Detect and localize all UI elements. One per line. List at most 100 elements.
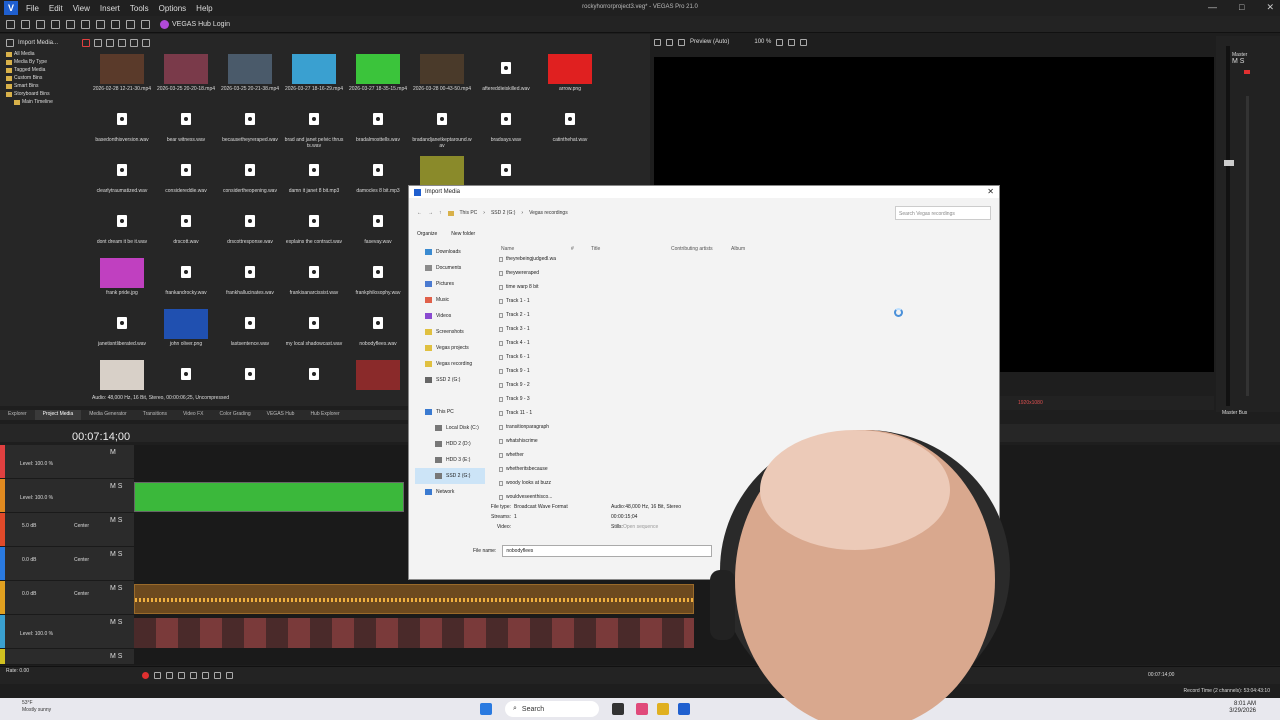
bin-item[interactable]: Smart Bins	[6, 82, 88, 90]
media-tile[interactable]: frankphilosophy.wav	[348, 258, 408, 296]
file-row[interactable]: Track 6 - 1	[497, 350, 597, 364]
mute-solo-buttons[interactable]: M S	[110, 483, 122, 490]
track-level[interactable]: Level: 100.0 %	[20, 461, 53, 467]
file-row[interactable]: whetheritsbecause	[497, 462, 597, 476]
properties-icon[interactable]	[94, 39, 103, 47]
bin-item[interactable]: Main Timeline	[6, 98, 88, 106]
address-bar[interactable]: ← → ↑ This PC › SSD 2 (G:) › Vegas recor…	[417, 206, 887, 220]
render-icon[interactable]	[51, 19, 60, 29]
preview-quality-dropdown[interactable]: Preview (Auto)	[690, 39, 729, 45]
master-mute-solo[interactable]: M S	[1232, 58, 1247, 65]
mute-solo-buttons[interactable]: M S	[110, 585, 122, 592]
media-tile[interactable]	[220, 360, 280, 392]
stop-icon[interactable]	[202, 672, 209, 679]
media-tile[interactable]: 2026-03-27 18-35-15.mp4	[348, 54, 408, 92]
nav-item[interactable]: Downloads	[415, 244, 485, 260]
tab-vegas-hub[interactable]: VEGAS Hub	[259, 410, 303, 420]
menu-item-view[interactable]: View	[73, 4, 90, 13]
tab-media-generator[interactable]: Media Generator	[81, 410, 135, 420]
path-segment-this-pc[interactable]: This PC	[460, 210, 478, 216]
video-clip-film[interactable]	[134, 618, 694, 648]
media-tile[interactable]: becausetheyreraped.wav	[220, 105, 280, 143]
help-icon[interactable]	[141, 19, 150, 29]
forward-icon[interactable]: →	[428, 210, 433, 216]
media-tile[interactable]	[156, 360, 216, 392]
nav-item[interactable]: SSD 2 (G:)	[415, 372, 485, 388]
media-tile[interactable]: explains the contract.wav	[284, 207, 344, 245]
media-tile[interactable]: considertheopening.wav	[220, 156, 280, 194]
go-to-end-icon[interactable]	[226, 672, 233, 679]
column-header[interactable]: Contributing artists	[671, 246, 731, 256]
copy-icon[interactable]	[96, 19, 105, 29]
media-tile[interactable]: 2026-03-27 18-16-29.mp4	[284, 54, 344, 92]
master-fader[interactable]	[1224, 160, 1234, 166]
media-tile[interactable]: 2026-03-25 20-21-38.mp4	[220, 54, 280, 92]
settings-icon[interactable]	[654, 38, 661, 46]
nav-item[interactable]: Pictures	[415, 276, 485, 292]
track-header[interactable]: M S 0.0 dB Center	[0, 547, 134, 581]
mute-solo-buttons[interactable]: M S	[110, 619, 122, 626]
folder-search-input[interactable]: Search Vegas recordings	[895, 206, 991, 220]
vegas-taskbar-icon[interactable]	[678, 703, 690, 715]
menu-item-insert[interactable]: Insert	[100, 4, 120, 13]
undo-icon[interactable]	[111, 19, 120, 29]
file-row[interactable]: Track 2 - 1	[497, 308, 597, 322]
copy-snapshot-icon[interactable]	[788, 38, 796, 46]
file-row[interactable]: Track 3 - 1	[497, 322, 597, 336]
nav-item[interactable]: Vegas recording	[415, 356, 485, 372]
tab-explorer[interactable]: Explorer	[0, 410, 35, 420]
cut-icon[interactable]	[81, 19, 90, 29]
grid-icon[interactable]	[776, 38, 784, 46]
file-row[interactable]: woody looks at buzz	[497, 476, 597, 490]
open-icon[interactable]	[21, 19, 30, 29]
path-segment-drive[interactable]: SSD 2 (G:)	[491, 210, 515, 216]
filename-input[interactable]: nobodyflees	[502, 545, 713, 557]
mute-solo-buttons[interactable]: M S	[110, 551, 122, 558]
start-button-icon[interactable]	[480, 703, 492, 715]
play-icon[interactable]	[178, 672, 185, 679]
menu-item-help[interactable]: Help	[196, 4, 212, 13]
media-tile[interactable]: basedonthisversion.wav	[92, 105, 152, 143]
play-from-start-icon[interactable]	[166, 672, 173, 679]
nav-item[interactable]: Vegas projects	[415, 340, 485, 356]
redo-icon[interactable]	[126, 19, 135, 29]
track-volume[interactable]: 0.0 dB	[22, 591, 36, 597]
file-row[interactable]: theyrebeingjudgedl.wa	[497, 252, 597, 266]
track-volume[interactable]: 5.0 dB	[22, 523, 36, 529]
media-tile[interactable]: bradandjanetkeptaround.wav	[412, 105, 472, 149]
track-header[interactable]: M S	[0, 649, 134, 665]
tab-hub-explorer[interactable]: Hub Explorer	[302, 410, 347, 420]
file-row[interactable]: Track 4 - 1	[497, 336, 597, 350]
chrome-icon[interactable]	[636, 703, 648, 715]
nav-item[interactable]: HDD 2 (D:)	[415, 436, 485, 452]
bin-item[interactable]: Media By Type	[6, 58, 88, 66]
media-tile[interactable]: brad and janet pelvic thrusts.wav	[284, 105, 344, 149]
tab-color-grading[interactable]: Color Grading	[212, 410, 259, 420]
mute-solo-buttons[interactable]: M	[110, 449, 116, 456]
dialog-close-button[interactable]: ✕	[987, 187, 994, 196]
media-tile[interactable]: damn it janet 8 bit.mp3	[284, 156, 344, 194]
menu-item-tools[interactable]: Tools	[130, 4, 149, 13]
system-clock[interactable]: 8:01 AM 3/29/2026	[1229, 701, 1256, 715]
track-volume[interactable]: 0.0 dB	[22, 557, 36, 563]
media-tile[interactable]: janetisntliberated.wav	[92, 309, 152, 347]
nav-item[interactable]: Documents	[415, 260, 485, 276]
views-icon[interactable]	[130, 39, 139, 47]
mute-solo-buttons[interactable]: M S	[110, 653, 122, 660]
import-media-button[interactable]: Import Media...	[18, 40, 58, 46]
column-header[interactable]: Title	[591, 246, 671, 256]
tab-transitions[interactable]: Transitions	[135, 410, 175, 420]
media-tile[interactable]: my local shadowcast.wav	[284, 309, 344, 347]
media-tile[interactable]: catinthehat.wav	[540, 105, 600, 143]
path-segment-folder[interactable]: Vegas recordings	[529, 210, 568, 216]
nav-item[interactable]: This PC	[415, 404, 485, 420]
loop-icon[interactable]	[154, 672, 161, 679]
zoom-dropdown[interactable]: 100 %	[754, 39, 771, 45]
track-header[interactable]: M Level: 100.0 %	[0, 445, 134, 479]
file-explorer-icon[interactable]	[657, 703, 669, 715]
bin-item[interactable]: All Media	[6, 50, 88, 58]
save-snapshot-icon[interactable]	[800, 38, 808, 46]
track-header[interactable]: M S Level: 100.0 %	[0, 479, 134, 513]
menu-item-file[interactable]: File	[26, 4, 39, 13]
media-tile[interactable]: frankandrocky.wav	[156, 258, 216, 296]
